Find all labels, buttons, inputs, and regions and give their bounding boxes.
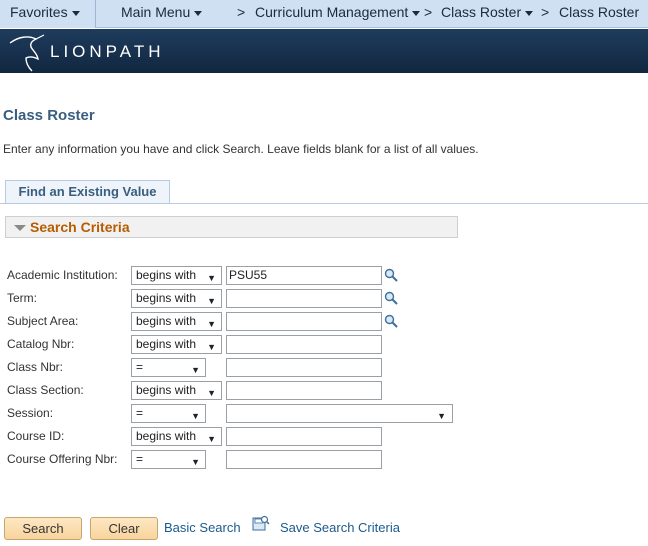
dropdown-arrow-icon: ▼	[207, 296, 216, 306]
class-section-input[interactable]	[226, 381, 382, 400]
lionpath-banner: LIONPATH	[0, 29, 648, 73]
search-criteria-label: Search Criteria	[30, 219, 130, 235]
term-input[interactable]	[226, 289, 382, 308]
save-search-icon[interactable]	[252, 514, 270, 532]
academic-institution-operator[interactable]: begins with ▼	[131, 266, 222, 285]
basic-search-link[interactable]: Basic Search	[164, 520, 241, 535]
session-operator[interactable]: = ▼	[131, 404, 206, 423]
page-instructions: Enter any information you have and click…	[3, 142, 479, 156]
academic-institution-label: Academic Institution:	[7, 268, 118, 282]
breadcrumb-current[interactable]: Class Roster	[559, 4, 639, 20]
chevron-down-icon	[412, 10, 421, 16]
course-offering-nbr-operator[interactable]: = ▼	[131, 450, 206, 469]
dropdown-arrow-icon: ▼	[207, 434, 216, 444]
search-criteria-header[interactable]: Search Criteria	[5, 216, 458, 238]
collapse-triangle-icon[interactable]	[14, 225, 26, 231]
dropdown-arrow-icon: ▼	[207, 388, 216, 398]
search-button[interactable]: Search	[4, 517, 82, 540]
session-label: Session:	[7, 406, 54, 420]
clear-button[interactable]: Clear	[90, 517, 158, 540]
subject-area-operator[interactable]: begins with ▼	[131, 312, 222, 331]
class-nbr-operator[interactable]: = ▼	[131, 358, 206, 377]
tab-divider	[0, 203, 648, 204]
favorites-label[interactable]: Favorites	[10, 4, 80, 20]
class-section-operator[interactable]: begins with ▼	[131, 381, 222, 400]
term-label: Term:	[7, 291, 37, 305]
term-operator[interactable]: begins with ▼	[131, 289, 222, 308]
magnifier-icon[interactable]	[384, 314, 398, 328]
dropdown-arrow-icon: ▼	[207, 342, 216, 352]
lionpath-logo-text: LIONPATH	[50, 42, 165, 61]
chevron-down-icon	[194, 10, 203, 16]
class-nbr-label: Class Nbr:	[7, 360, 64, 374]
subject-area-label: Subject Area:	[7, 314, 79, 328]
main-menu[interactable]: Main Menu	[121, 4, 203, 20]
course-id-operator[interactable]: begins with ▼	[131, 427, 222, 446]
session-select[interactable]: ▼	[226, 404, 453, 423]
dropdown-arrow-icon: ▼	[191, 365, 200, 375]
breadcrumb-separator: >	[541, 4, 550, 20]
dropdown-arrow-icon: ▼	[207, 319, 216, 329]
catalog-nbr-input[interactable]	[226, 335, 382, 354]
academic-institution-input[interactable]: PSU55	[226, 266, 382, 285]
magnifier-icon[interactable]	[384, 291, 398, 305]
curriculum-management-menu[interactable]: Curriculum Management	[255, 4, 421, 20]
magnifier-icon[interactable]	[384, 268, 398, 282]
page-title: Class Roster	[3, 107, 95, 124]
course-offering-nbr-label: Course Offering Nbr:	[7, 452, 118, 466]
tab-find-existing-value[interactable]: Find an Existing Value	[5, 180, 170, 204]
dropdown-arrow-icon: ▼	[191, 457, 200, 467]
catalog-nbr-label: Catalog Nbr:	[7, 337, 75, 351]
breadcrumb-separator: >	[424, 4, 433, 20]
breadcrumb-separator: >	[237, 4, 246, 20]
class-roster-menu[interactable]: Class Roster	[441, 4, 534, 20]
chevron-down-icon	[71, 10, 80, 16]
chevron-down-icon	[525, 10, 534, 16]
dropdown-arrow-icon: ▼	[207, 273, 216, 283]
catalog-nbr-operator[interactable]: begins with ▼	[131, 335, 222, 354]
class-nbr-input[interactable]	[226, 358, 382, 377]
dropdown-arrow-icon: ▼	[191, 411, 200, 421]
top-navigation: Favorites Main Menu > Curriculum Managem…	[0, 0, 648, 28]
lion-icon	[9, 34, 45, 72]
dropdown-arrow-icon: ▼	[437, 411, 446, 421]
course-id-input[interactable]	[226, 427, 382, 446]
save-search-criteria-link[interactable]: Save Search Criteria	[280, 520, 400, 535]
course-id-label: Course ID:	[7, 429, 65, 443]
favorites-menu[interactable]: Favorites	[0, 0, 96, 28]
class-section-label: Class Section:	[7, 383, 84, 397]
course-offering-nbr-input[interactable]	[226, 450, 382, 469]
subject-area-input[interactable]	[226, 312, 382, 331]
